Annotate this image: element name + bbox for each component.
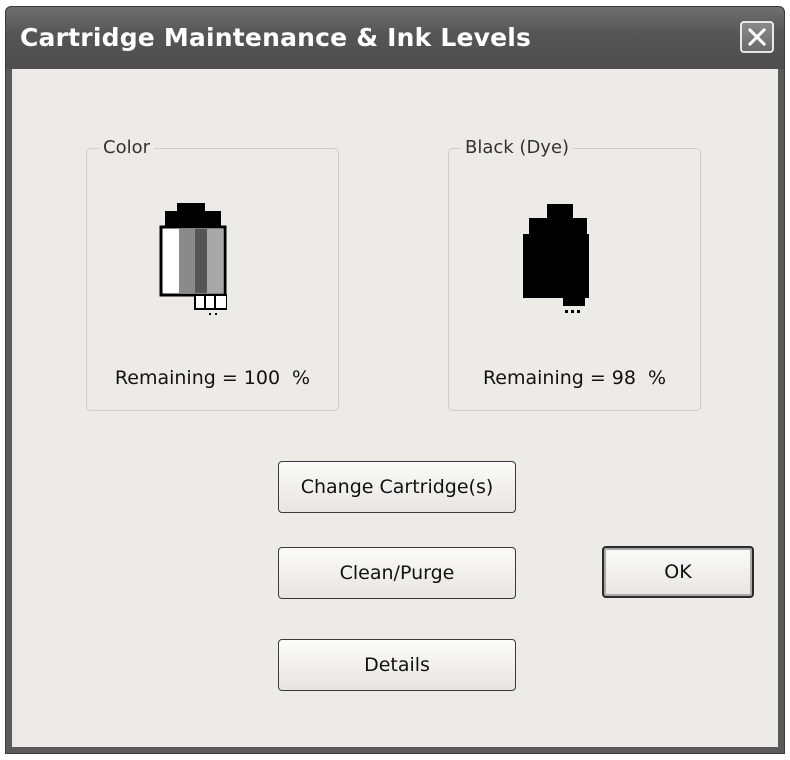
black-remaining-text: Remaining = 98% [449, 367, 700, 389]
black-remaining-label: Remaining = [482, 367, 606, 389]
color-group-label: Color [99, 137, 154, 158]
color-cartridge-icon [159, 203, 227, 315]
ok-button[interactable]: OK [602, 546, 754, 598]
black-remaining-unit: % [647, 367, 667, 389]
clean-purge-button[interactable]: Clean/Purge [278, 547, 516, 599]
color-cartridge-group: Color Remaining = 100% [86, 137, 339, 411]
color-remaining-unit: % [292, 367, 311, 389]
change-cartridges-button[interactable]: Change Cartridge(s) [278, 461, 516, 513]
color-remaining-text: Remaining = 100% [87, 367, 338, 389]
black-group-label: Black (Dye) [461, 137, 574, 158]
window-title: Cartridge Maintenance & Ink Levels [20, 23, 532, 52]
dialog-window: Cartridge Maintenance & Ink Levels Color [5, 6, 785, 754]
details-button[interactable]: Details [278, 639, 516, 691]
close-button[interactable] [740, 21, 774, 53]
black-cartridge-icon [523, 204, 589, 313]
color-remaining-label: Remaining = [114, 367, 238, 389]
dialog-body: Color Remaining = 100% Black (Dye) Remai… [12, 69, 778, 747]
black-remaining-value: 98 [611, 367, 636, 389]
close-icon [748, 28, 766, 46]
color-remaining-value: 100 [243, 367, 281, 389]
title-bar[interactable]: Cartridge Maintenance & Ink Levels [6, 7, 784, 69]
black-cartridge-group: Black (Dye) Remaining = 98% [448, 137, 701, 411]
